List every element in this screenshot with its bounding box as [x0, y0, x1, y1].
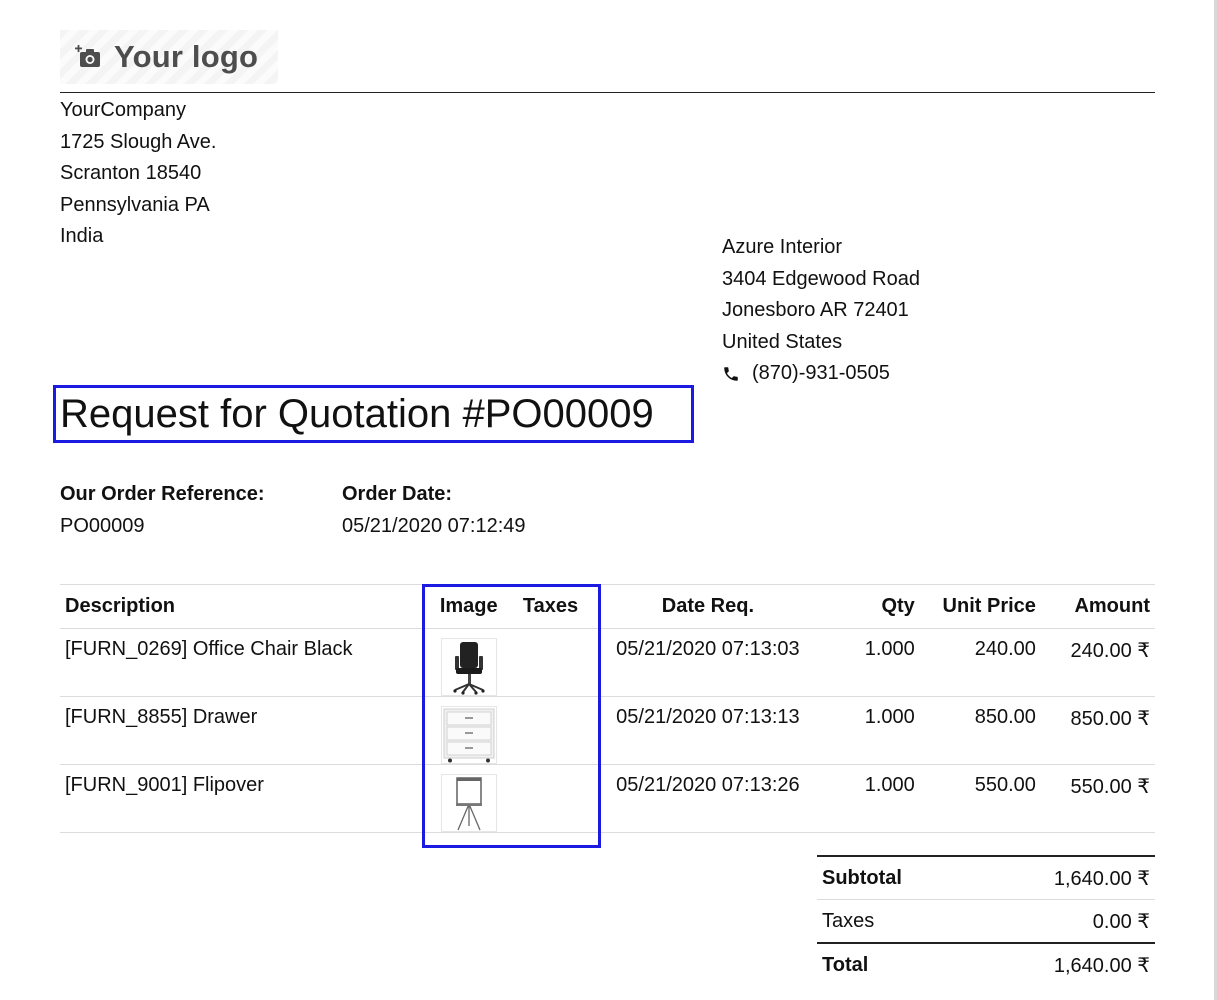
- vendor-phone: (870)-931-0505: [722, 358, 920, 390]
- line-description: [FURN_9001] Flipover: [60, 764, 434, 833]
- total-row: Total 1,640.00 ₹: [817, 942, 1155, 986]
- line-qty: 1.000: [818, 696, 920, 765]
- line-qty: 1.000: [818, 764, 920, 833]
- camera-plus-icon: [75, 45, 100, 67]
- col-qty: Qty: [818, 584, 920, 629]
- phone-icon: [724, 367, 738, 381]
- company-logo: Your logo: [60, 30, 278, 84]
- line-description: [FURN_8855] Drawer: [60, 696, 434, 765]
- line-unit-price: 850.00: [919, 696, 1041, 765]
- vendor-city: Jonesboro AR 72401: [722, 299, 909, 321]
- taxes-value: 0.00 ₹: [972, 899, 1155, 943]
- company-state: Pennsylvania PA: [60, 193, 210, 216]
- taxes-row: Taxes 0.00 ₹: [817, 899, 1155, 943]
- totals-table: Subtotal 1,640.00 ₹ Taxes 0.00 ₹ Total 1…: [817, 855, 1155, 986]
- vendor-street: 3404 Edgewood Road: [722, 267, 920, 290]
- logo-text: Your logo: [114, 39, 259, 74]
- vendor-name: Azure Interior: [722, 236, 843, 258]
- line-date-req: 05/21/2020 07:13:13: [596, 696, 819, 765]
- col-date-req: Date Req.: [596, 584, 819, 629]
- taxes-label: Taxes: [817, 899, 973, 943]
- col-unit-price: Unit Price: [919, 584, 1041, 629]
- company-city: Scranton 18540: [60, 162, 202, 184]
- line-unit-price: 240.00: [919, 628, 1041, 697]
- col-description: Description: [60, 584, 434, 629]
- company-country: India: [60, 225, 104, 247]
- vendor-phone-number: (870)-931-0505: [752, 362, 890, 384]
- order-reference-label: Our Order Reference:: [60, 483, 265, 505]
- line-description: [FURN_0269] Office Chair Black: [60, 628, 434, 697]
- total-value: 1,640.00 ₹: [972, 942, 1155, 986]
- page-title: Request for Quotation #PO00009: [60, 392, 654, 436]
- line-date-req: 05/21/2020 07:13:26: [596, 764, 819, 833]
- subtotal-label: Subtotal: [817, 855, 973, 900]
- line-amount: 850.00 ₹: [1040, 696, 1155, 765]
- total-label: Total: [817, 942, 973, 986]
- line-unit-price: 550.00: [919, 764, 1041, 833]
- table-header-row: Description Image Taxes Date Req. Qty Un…: [60, 584, 1155, 629]
- company-street: 1725 Slough Ave.: [60, 130, 217, 153]
- order-lines-table: Description Image Taxes Date Req. Qty Un…: [60, 584, 1155, 833]
- line-amount: 550.00 ₹: [1040, 764, 1155, 833]
- vendor-address: Azure Interior 3404 Edgewood Road Jonesb…: [722, 232, 920, 390]
- line-date-req: 05/21/2020 07:13:03: [596, 628, 819, 697]
- table-row: [FURN_9001] Flipover 05/21/2020 07:13:26…: [60, 764, 1155, 833]
- line-qty: 1.000: [818, 628, 920, 697]
- order-date-label: Order Date:: [342, 483, 453, 505]
- image-taxes-highlight: [422, 584, 601, 848]
- table-row: [FURN_0269] Office Chair Black 05/21/202…: [60, 628, 1155, 697]
- subtotal-row: Subtotal 1,640.00 ₹: [817, 855, 1155, 900]
- company-address: YourCompany 1725 Slough Ave. Scranton 18…: [60, 95, 216, 253]
- order-reference-value: PO00009: [60, 515, 145, 537]
- table-row: [FURN_8855] Drawer 05/21/2020 07:13:13 1…: [60, 696, 1155, 765]
- line-amount: 240.00 ₹: [1040, 628, 1155, 697]
- subtotal-value: 1,640.00 ₹: [972, 855, 1155, 900]
- col-amount: Amount: [1040, 584, 1155, 629]
- header-divider: [60, 92, 1155, 93]
- order-date-value: 05/21/2020 07:12:49: [342, 515, 526, 537]
- company-name: YourCompany: [60, 99, 187, 121]
- vendor-country: United States: [722, 330, 843, 353]
